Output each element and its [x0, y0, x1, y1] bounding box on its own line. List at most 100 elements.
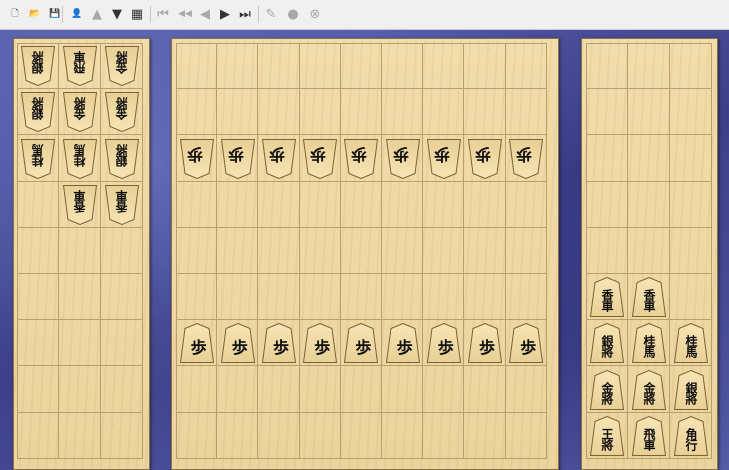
board-square[interactable] [17, 227, 59, 274]
board-square[interactable] [586, 181, 628, 228]
board-square[interactable] [505, 227, 547, 274]
shogi-piece[interactable]: 飛車 [632, 415, 666, 456]
board-square[interactable] [423, 274, 465, 321]
board-square[interactable] [464, 227, 506, 274]
shogi-piece[interactable]: 桂馬 [21, 138, 55, 179]
shogi-piece[interactable]: 角行 [674, 415, 708, 456]
board-square[interactable] [505, 181, 547, 228]
board-square[interactable] [299, 366, 341, 413]
board-square[interactable] [340, 89, 382, 136]
board-square[interactable] [101, 412, 143, 459]
shogi-piece[interactable]: 王將 [590, 415, 624, 456]
stop-button[interactable]: ⊗ [306, 5, 324, 23]
shogi-piece[interactable]: 桂馬 [674, 323, 708, 364]
last-move-button[interactable]: ⏭ [236, 5, 254, 23]
board-square[interactable] [670, 227, 712, 274]
board-square[interactable] [382, 227, 424, 274]
board-square[interactable] [505, 412, 547, 459]
board-square[interactable] [340, 412, 382, 459]
board-square[interactable] [505, 43, 547, 90]
shogi-piece[interactable]: 歩 [468, 323, 502, 364]
board-square[interactable] [628, 227, 670, 274]
shogi-piece[interactable]: 歩 [426, 323, 461, 364]
board-square[interactable] [258, 366, 300, 413]
shogi-piece[interactable]: 金將 [63, 92, 97, 133]
shogi-piece[interactable]: 歩 [426, 138, 461, 179]
shogi-piece[interactable]: 歩 [509, 323, 544, 364]
board-square[interactable] [464, 181, 506, 228]
board-square[interactable] [101, 320, 143, 367]
shogi-piece[interactable]: 金將 [105, 46, 139, 87]
board-square[interactable] [217, 227, 259, 274]
shogi-piece[interactable]: 歩 [344, 138, 379, 179]
board-square[interactable] [423, 412, 465, 459]
board-square[interactable] [382, 89, 424, 136]
shogi-piece[interactable]: 歩 [262, 323, 296, 364]
new-file-button[interactable]: 🗋 [6, 5, 24, 23]
board-square[interactable] [340, 181, 382, 228]
board-square[interactable] [464, 43, 506, 90]
board-square[interactable] [670, 43, 712, 90]
first-move-button[interactable]: ⏮ [154, 5, 172, 23]
board-square[interactable] [217, 412, 259, 459]
shogi-board[interactable]: 歩歩歩歩歩歩歩歩歩歩歩歩歩歩歩歩歩歩 [171, 38, 559, 470]
open-file-button[interactable]: 📂 [26, 5, 44, 23]
shogi-piece[interactable]: 歩 [262, 138, 296, 179]
board-square[interactable] [17, 274, 59, 321]
right-piece-stand[interactable]: 香車 香車 銀將 桂馬 桂馬 金將 金將 銀將 王將 飛車 角行 [581, 38, 718, 470]
shogi-piece[interactable]: 歩 [385, 323, 420, 364]
shogi-piece[interactable]: 香車 [105, 184, 139, 225]
forward-button[interactable]: ▶ [216, 5, 234, 23]
board-square[interactable] [176, 274, 218, 321]
board-square[interactable] [423, 181, 465, 228]
shogi-piece[interactable]: 桂馬 [63, 138, 97, 179]
shogi-piece[interactable]: 歩 [220, 138, 255, 179]
shogi-piece[interactable]: 歩 [344, 323, 379, 364]
shogi-piece[interactable]: 銀將 [21, 46, 55, 87]
board-square[interactable] [505, 274, 547, 321]
record-button[interactable]: ● [284, 5, 302, 23]
board-square[interactable] [258, 227, 300, 274]
shogi-piece[interactable]: 銀將 [674, 369, 708, 410]
board-square[interactable] [423, 43, 465, 90]
board-square[interactable] [670, 89, 712, 136]
board-square[interactable] [340, 43, 382, 90]
board-square[interactable] [217, 274, 259, 321]
board-square[interactable] [17, 181, 59, 228]
move-up-button[interactable]: ▲ [88, 5, 106, 23]
board-square[interactable] [464, 274, 506, 321]
shogi-piece[interactable]: 銀將 [21, 92, 55, 133]
shogi-piece[interactable]: 香車 [632, 277, 666, 318]
fast-back-button[interactable]: ◀◀ [176, 5, 194, 23]
board-square[interactable] [258, 181, 300, 228]
board-square[interactable] [258, 412, 300, 459]
move-down-button[interactable]: ▼ [108, 5, 126, 23]
board-square[interactable] [258, 89, 300, 136]
shogi-piece[interactable]: 歩 [303, 138, 338, 179]
board-square[interactable] [586, 89, 628, 136]
shogi-piece[interactable]: 香車 [590, 277, 624, 318]
board-square[interactable] [628, 89, 670, 136]
shogi-piece[interactable]: 飛車 [63, 46, 97, 87]
board-square[interactable] [382, 366, 424, 413]
shogi-piece[interactable]: 歩 [385, 138, 420, 179]
board-square[interactable] [628, 43, 670, 90]
board-square[interactable] [59, 412, 101, 459]
board-square[interactable] [176, 181, 218, 228]
edit-button[interactable]: ✎ [262, 5, 280, 23]
shogi-piece[interactable]: 歩 [220, 323, 255, 364]
board-square[interactable] [217, 181, 259, 228]
board-square[interactable] [258, 274, 300, 321]
shogi-piece[interactable]: 香車 [63, 184, 97, 225]
board-square[interactable] [299, 181, 341, 228]
board-square[interactable] [258, 43, 300, 90]
board-square[interactable] [340, 274, 382, 321]
board-square[interactable] [176, 43, 218, 90]
board-square[interactable] [299, 43, 341, 90]
board-square[interactable] [17, 366, 59, 413]
board-square[interactable] [464, 412, 506, 459]
board-square[interactable] [299, 89, 341, 136]
board-square[interactable] [586, 43, 628, 90]
board-square[interactable] [299, 227, 341, 274]
board-square[interactable] [101, 366, 143, 413]
